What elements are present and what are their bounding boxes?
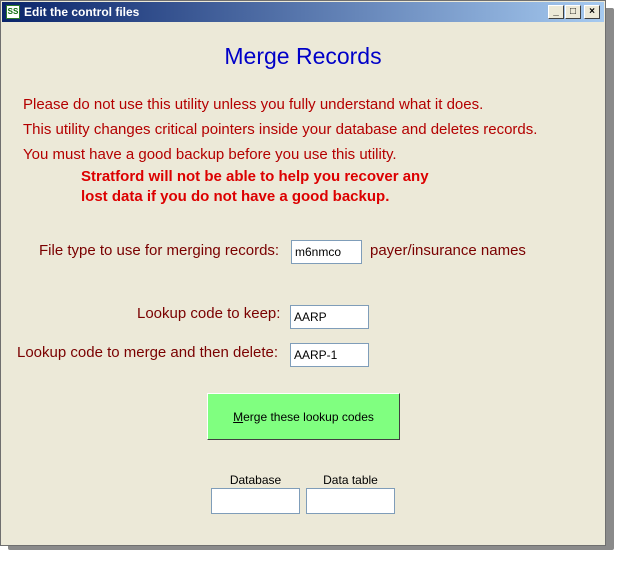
page-title: Merge Records: [224, 43, 382, 69]
file-type-label: File type to use for merging records:: [39, 242, 280, 259]
warning-line-1: Please do not use this utility unless yo…: [23, 96, 484, 113]
minimize-button[interactable]: _: [548, 5, 564, 19]
keep-code-field[interactable]: AARP: [290, 305, 369, 329]
close-button[interactable]: ×: [584, 5, 600, 19]
bold-warning-line-2: lost data if you do not have a good back…: [81, 188, 390, 205]
merge-code-field[interactable]: AARP-1: [290, 343, 369, 367]
maximize-button[interactable]: □: [565, 5, 581, 19]
merge-lookup-codes-button[interactable]: Merge these lookup codes: [207, 393, 400, 440]
database-field[interactable]: [211, 488, 300, 514]
file-type-suffix: payer/insurance names: [370, 242, 526, 259]
data-table-field[interactable]: [306, 488, 395, 514]
warning-line-3: You must have a good backup before you u…: [23, 146, 397, 163]
merge-button-mnemonic: M: [233, 409, 244, 424]
app-icon: SS: [6, 5, 20, 19]
merge-code-label: Lookup code to merge and then delete:: [17, 344, 279, 361]
title-bar[interactable]: SS Edit the control files _ □ ×: [2, 2, 604, 22]
keep-code-label: Lookup code to keep:: [137, 305, 281, 322]
merge-button-label: erge these lookup codes: [243, 409, 374, 424]
database-label: Database: [229, 473, 282, 487]
bold-warning-line-1: Stratford will not be able to help you r…: [81, 168, 429, 185]
app-window: SS Edit the control files _ □ × Merge Re…: [0, 0, 606, 546]
file-type-field[interactable]: m6nmco: [291, 240, 362, 264]
warning-line-2: This utility changes critical pointers i…: [23, 121, 538, 138]
data-table-label: Data table: [323, 473, 378, 487]
window-title: Edit the control files: [24, 5, 140, 19]
